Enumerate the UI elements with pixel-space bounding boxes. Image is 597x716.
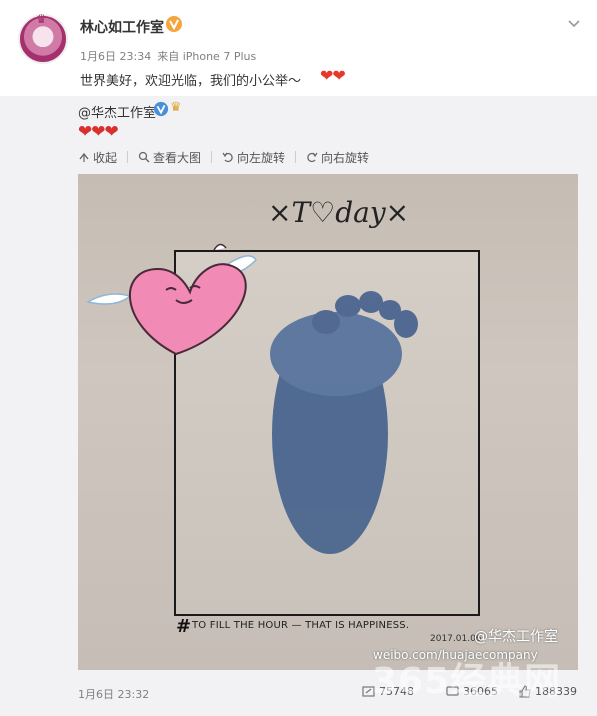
handwriting-text: ×T♡day× bbox=[268, 196, 409, 229]
chevron-down-icon[interactable] bbox=[567, 17, 581, 31]
crown-icon: ♛ bbox=[36, 12, 47, 26]
collapse-button[interactable]: 收起 bbox=[78, 149, 117, 166]
rotate-left-button[interactable]: 向左旋转 bbox=[222, 149, 285, 166]
view-large-label: 查看大图 bbox=[153, 150, 202, 165]
photo-caption: TO FILL THE HOUR — THAT IS HAPPINESS. bbox=[192, 620, 410, 631]
collapse-icon bbox=[79, 152, 89, 162]
site-watermark: 365经典网 bbox=[372, 661, 562, 702]
heart-sticker-icon bbox=[85, 243, 257, 356]
repost-author[interactable]: @华杰工作室 bbox=[78, 102, 156, 121]
post-meta: 1月6日 23:34 来自 iPhone 7 Plus bbox=[80, 48, 256, 64]
watermark-handle: @华杰工作室 bbox=[474, 629, 558, 645]
post-photo[interactable]: ×T♡day× # TO FILL THE HOUR — THAT IS HAP… bbox=[78, 174, 578, 670]
heart-emoji: ❤❤❤ bbox=[78, 122, 119, 142]
collapse-label: 收起 bbox=[93, 150, 118, 165]
rotate-right-button[interactable]: 向右旋转 bbox=[306, 149, 369, 166]
repost-time[interactable]: 1月6日 23:32 bbox=[78, 686, 149, 702]
divider bbox=[295, 151, 297, 163]
divider bbox=[127, 151, 129, 163]
rotate-left-icon bbox=[222, 152, 233, 163]
caption-hash: # bbox=[176, 616, 192, 637]
post-time[interactable]: 1月6日 23:34 bbox=[80, 50, 151, 63]
divider bbox=[211, 151, 213, 163]
photo-artwork: ×T♡day× bbox=[85, 196, 418, 554]
post-source: 来自 iPhone 7 Plus bbox=[157, 50, 257, 63]
verified-badge-icon bbox=[166, 16, 182, 32]
view-large-button[interactable]: 查看大图 bbox=[138, 149, 201, 166]
repost-card: @华杰工作室 ♛ ❤❤❤ 收起 查看大图 向左旋转 向右旋转 ×T♡day× #… bbox=[0, 96, 597, 716]
post-text: 世界美好，欢迎光临，我们的小公举～ bbox=[80, 74, 302, 89]
rotate-right-label: 向右旋转 bbox=[321, 150, 370, 165]
avatar[interactable]: ♛ bbox=[18, 12, 68, 64]
user-name[interactable]: 林心如工作室 bbox=[80, 17, 164, 37]
footprint-icon bbox=[270, 291, 418, 554]
image-toolbar: 收起 查看大图 向左旋转 向右旋转 bbox=[78, 148, 379, 166]
heart-emoji: ❤❤ bbox=[320, 66, 346, 85]
verified-badge-icon bbox=[153, 101, 169, 117]
rotate-left-label: 向左旋转 bbox=[237, 150, 286, 165]
rotate-right-icon bbox=[307, 152, 318, 163]
search-icon bbox=[138, 151, 150, 163]
crown-badge-icon: ♛ bbox=[170, 100, 182, 115]
